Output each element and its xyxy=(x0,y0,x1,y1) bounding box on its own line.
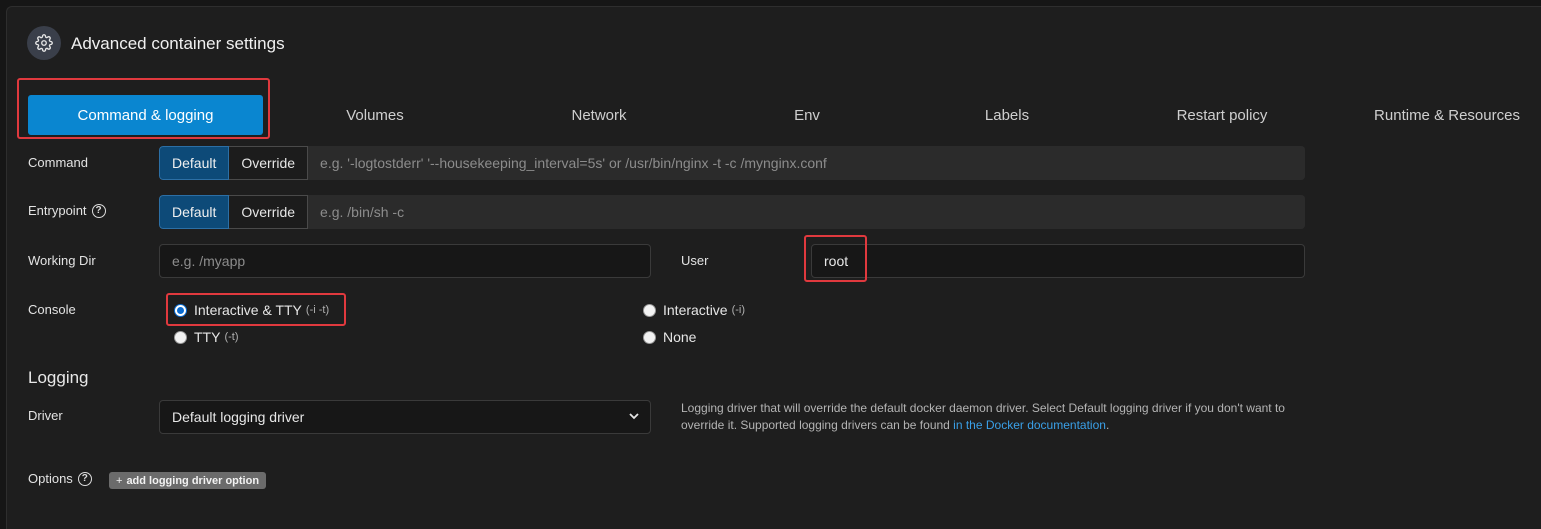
radio-icon[interactable] xyxy=(643,303,656,317)
option-label: None xyxy=(663,329,697,345)
console-option-interactive[interactable]: Interactive (-i) xyxy=(643,302,745,318)
help-text-end: . xyxy=(1105,418,1110,432)
option-label: Interactive & TTY xyxy=(194,302,302,318)
console-option-tty[interactable]: TTY (-t) xyxy=(174,329,239,345)
logging-section-title: Logging xyxy=(28,368,89,387)
option-hint: (-i -t) xyxy=(305,304,330,316)
advanced-settings-panel: Advanced container settings Command & lo… xyxy=(6,6,1541,529)
add-option-label: add logging driver option xyxy=(126,474,260,487)
driver-label: Driver xyxy=(28,408,63,423)
tab-restart-policy[interactable]: Restart policy xyxy=(1157,95,1287,135)
tab-env[interactable]: Env xyxy=(777,95,837,135)
driver-select-value: Default logging driver xyxy=(172,409,305,425)
options-label-group: Options ? xyxy=(28,471,92,486)
console-option-interactive-tty[interactable]: Interactive & TTY (-i -t) xyxy=(174,302,329,318)
command-default-button[interactable]: Default xyxy=(159,146,230,180)
working-dir-input[interactable] xyxy=(159,244,651,278)
chevron-down-icon xyxy=(628,409,640,425)
question-icon[interactable]: ? xyxy=(77,471,92,486)
entrypoint-label: Entrypoint xyxy=(28,203,87,218)
driver-select[interactable]: Default logging driver xyxy=(159,400,651,434)
working-dir-label: Working Dir xyxy=(28,253,96,268)
docker-docs-link[interactable]: in the Docker documentation xyxy=(953,418,1106,432)
console-label: Console xyxy=(28,302,76,317)
entrypoint-label-group: Entrypoint ? xyxy=(28,203,106,218)
entrypoint-input[interactable] xyxy=(308,195,1305,229)
option-hint: (-i) xyxy=(731,304,746,316)
radio-icon[interactable] xyxy=(174,303,187,317)
add-logging-option-button[interactable]: + add logging driver option xyxy=(109,472,267,489)
command-override-button[interactable]: Override xyxy=(229,146,309,180)
option-label: TTY xyxy=(194,329,221,345)
option-label: Interactive xyxy=(663,302,728,318)
page-title: Advanced container settings xyxy=(71,34,285,53)
tab-command-logging[interactable]: Command & logging xyxy=(28,95,263,135)
options-label: Options xyxy=(28,471,73,486)
user-input[interactable]: root xyxy=(811,244,1305,278)
option-hint: (-t) xyxy=(224,331,239,343)
entrypoint-override-button[interactable]: Override xyxy=(229,195,309,229)
tab-labels[interactable]: Labels xyxy=(967,95,1047,135)
console-option-none[interactable]: None xyxy=(643,329,696,345)
tab-network[interactable]: Network xyxy=(549,95,649,135)
tab-volumes[interactable]: Volumes xyxy=(325,95,425,135)
entrypoint-default-button[interactable]: Default xyxy=(159,195,230,229)
question-icon[interactable]: ? xyxy=(91,203,106,218)
plus-icon: + xyxy=(116,474,123,487)
driver-help-text: Logging driver that will override the de… xyxy=(681,400,1301,434)
entrypoint-field-group: Default Override xyxy=(159,195,1305,229)
radio-icon[interactable] xyxy=(174,330,187,344)
user-label: User xyxy=(681,253,709,268)
annotation-box-user xyxy=(804,235,867,282)
tab-runtime-resources[interactable]: Runtime & Resources xyxy=(1367,95,1527,135)
command-input[interactable] xyxy=(308,146,1305,180)
gear-icon xyxy=(27,26,61,60)
command-label: Command xyxy=(28,155,88,170)
radio-icon[interactable] xyxy=(643,330,656,344)
command-field-group: Default Override xyxy=(159,146,1305,180)
